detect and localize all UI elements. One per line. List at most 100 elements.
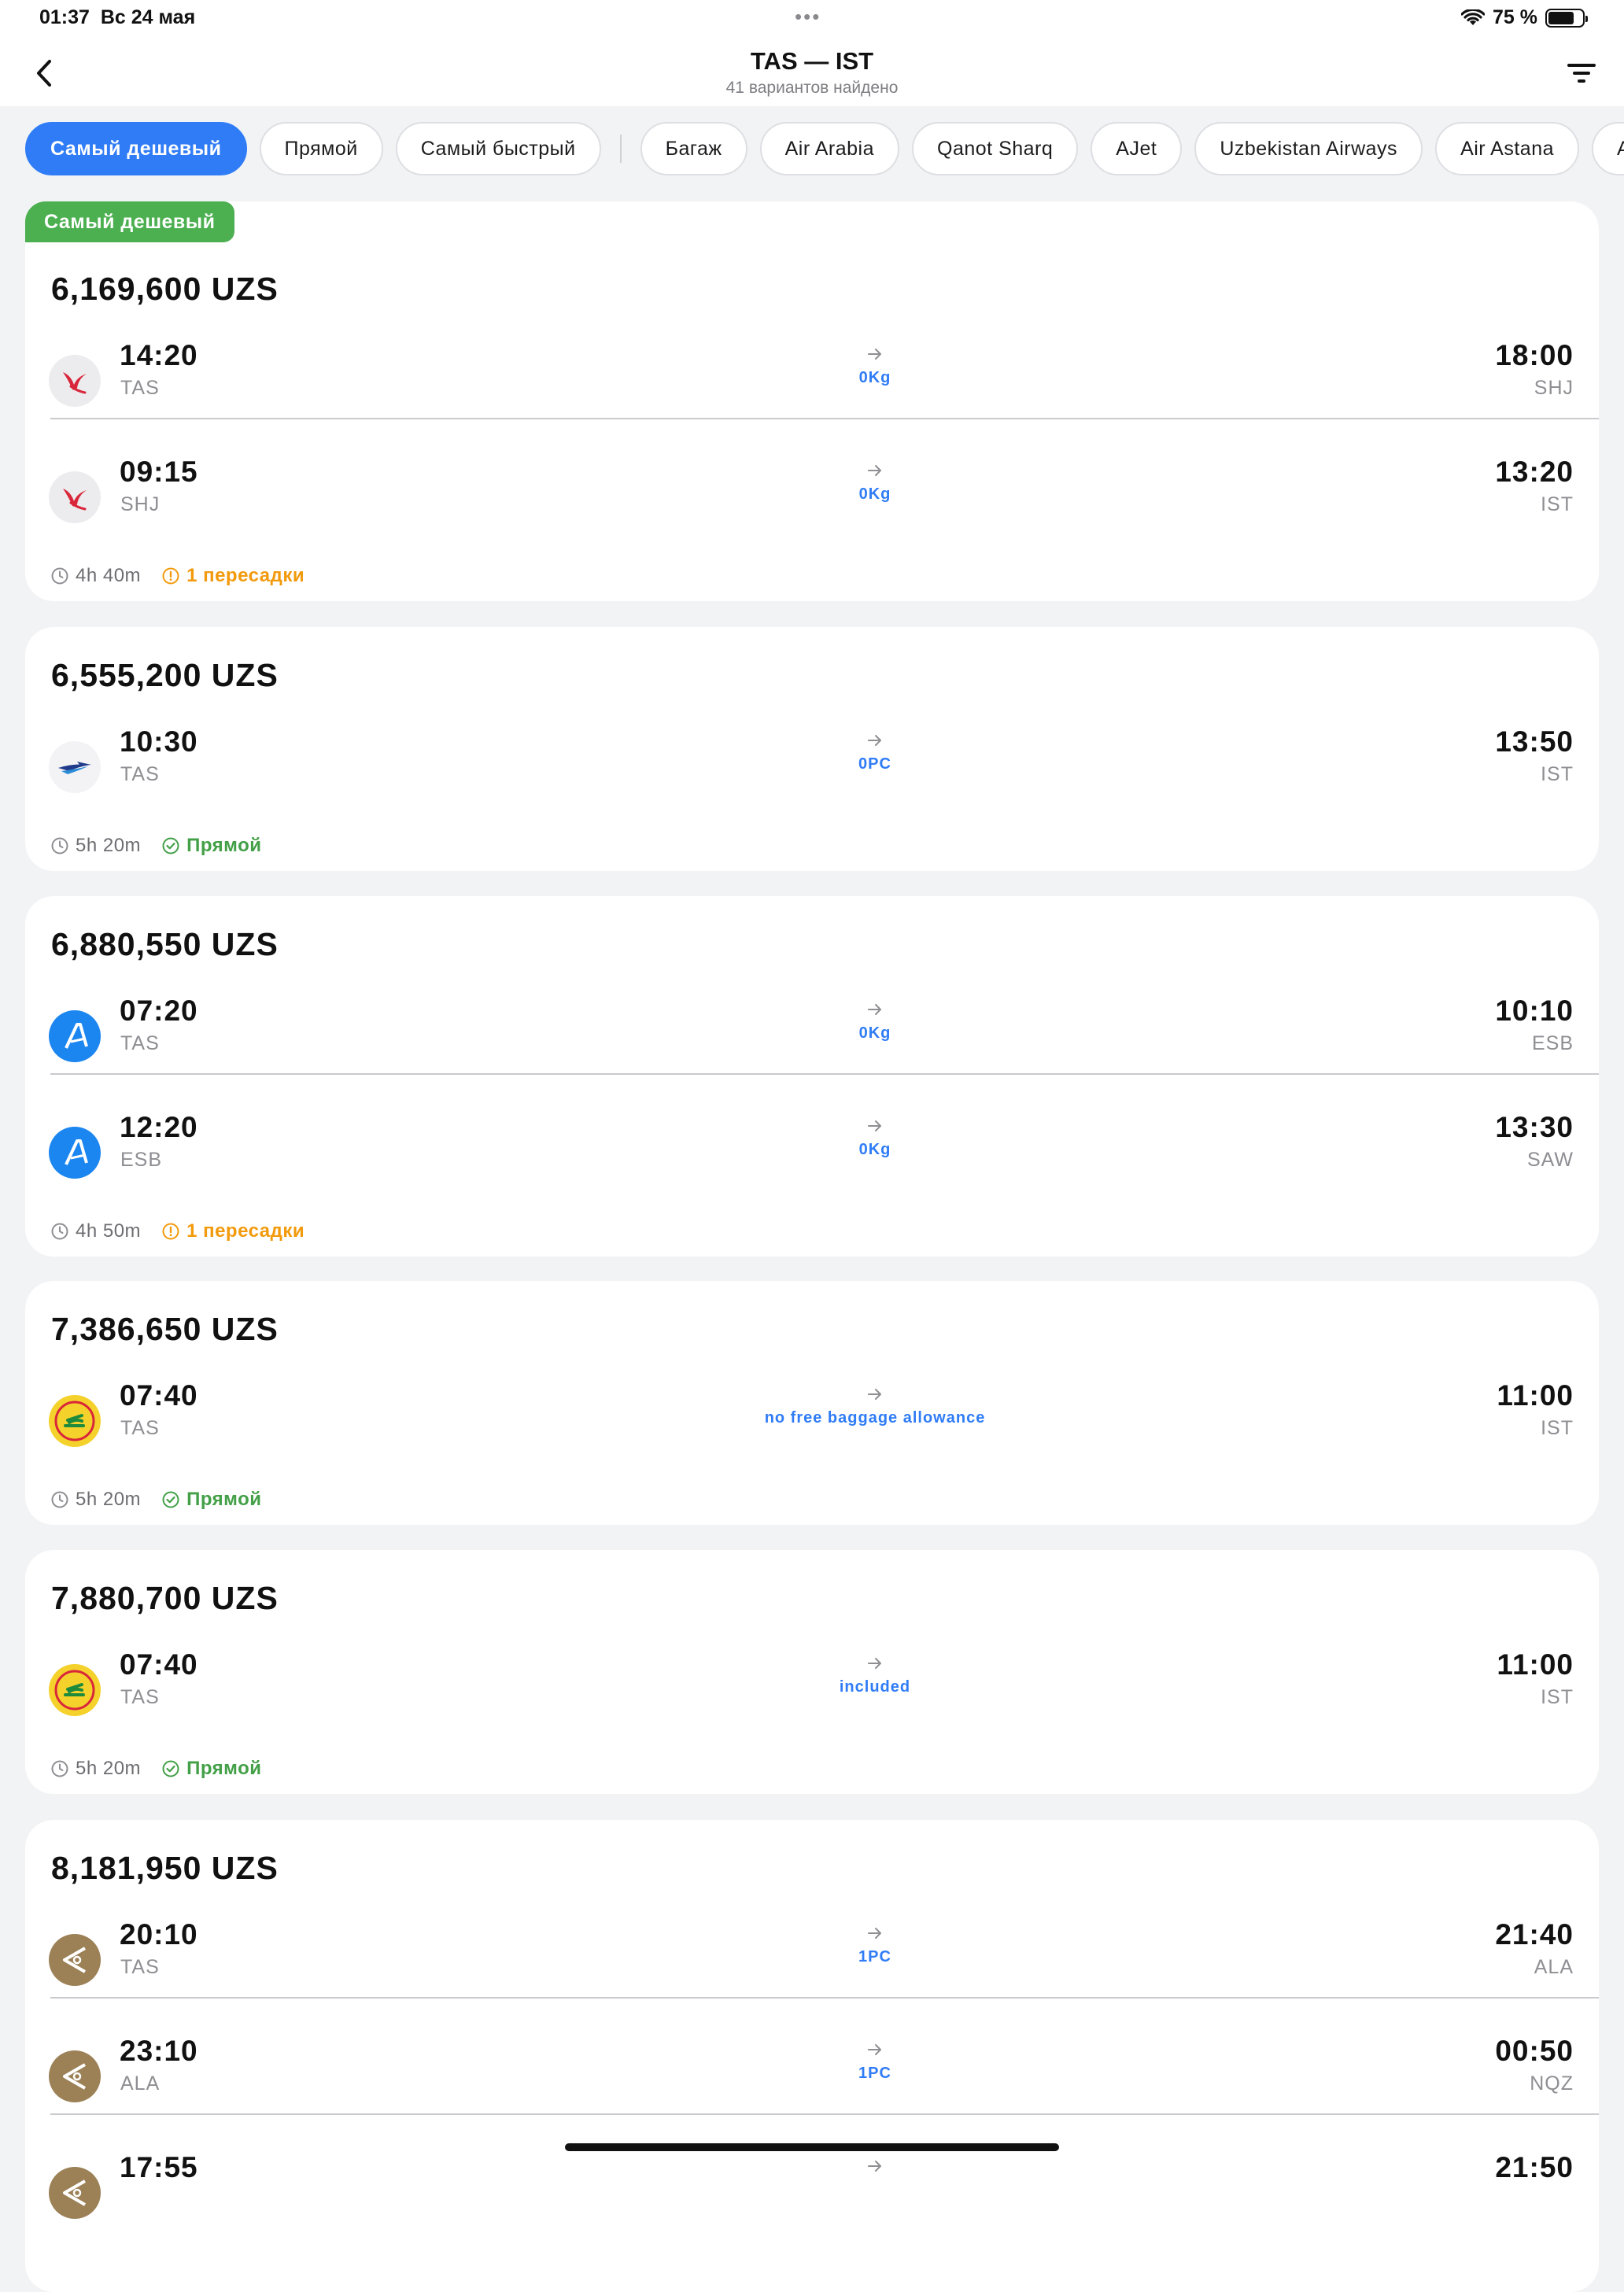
arrival-time: 11:00 (1497, 1648, 1574, 1681)
stops-indicator: Прямой (161, 1489, 261, 1511)
battery-percent: 75 % (1493, 6, 1537, 28)
stops-indicator: Прямой (161, 835, 261, 857)
arrival-time: 21:40 (1495, 1918, 1574, 1951)
status-bar: 01:37 Вс 24 мая ••• 75 % (0, 0, 1624, 39)
check-circle-icon (162, 1760, 179, 1777)
filter-button[interactable] (1563, 57, 1600, 90)
chip-filter[interactable]: Прямой (259, 122, 383, 175)
leg-middle: 0Kg (718, 1117, 1032, 1159)
wifi-icon (1461, 9, 1486, 25)
air-astana-logo-icon (63, 1947, 86, 1973)
filter-chips: Самый дешевый Прямой Самый быстрый Багаж Air… (0, 106, 1624, 193)
flight-meta: 5h 20m Прямой (50, 832, 262, 859)
arrival-time: 10:10 (1495, 995, 1574, 1027)
departure-time: 10:30 (120, 725, 198, 758)
leg-middle: 0Kg (718, 462, 1032, 504)
chip-filter[interactable]: Air Astana (1435, 122, 1580, 175)
clock-icon (51, 1223, 68, 1240)
flight-card[interactable]: 7,880,700 UZS 07:40 TAS 11:00 IST included 5h … (25, 1550, 1599, 1794)
arrow-right-icon (868, 1928, 881, 1939)
air-arabia-logo (49, 471, 101, 523)
chip-filter[interactable]: Uzbekistan Airways (1194, 122, 1423, 175)
flight-duration: 5h 20m (76, 1758, 142, 1779)
stops-indicator: Прямой (161, 1758, 261, 1780)
arrival-time: 13:50 (1495, 725, 1574, 758)
baggage-info: no free baggage allowance (764, 1409, 986, 1427)
chip-filter[interactable]: Багаж (640, 122, 747, 175)
stops-indicator: 1 пересадки (161, 565, 304, 587)
air-astana-logo-icon (63, 2179, 86, 2206)
arrow-right-icon (868, 735, 881, 746)
departure-time: 12:20 (120, 1111, 198, 1143)
uzbekistan-airways-logo-icon (58, 762, 91, 774)
route-title: TAS — IST (750, 47, 874, 75)
baggage-info: 1PC (858, 2065, 891, 2082)
leg-separator (50, 1997, 1599, 1999)
departure-airport: SHJ (120, 493, 161, 515)
flight-card[interactable]: Самый дешевый 6,169,600 UZS 14:20 TAS 18:00 S… (25, 201, 1599, 601)
leg-separator (50, 2113, 1599, 2115)
title-block: TAS — IST 41 вариантов найдено (0, 47, 1624, 98)
arrow-right-icon (868, 465, 881, 476)
arrival-time: 00:50 (1495, 2035, 1574, 2067)
departure-time: 07:40 (120, 1379, 198, 1412)
departure-time: 14:20 (120, 339, 198, 371)
chip-filter[interactable]: Самый дешевый (25, 122, 247, 175)
results-count: 41 вариантов найдено (725, 79, 899, 97)
leg-middle: 1PC (718, 1925, 1032, 1966)
home-indicator[interactable] (565, 2143, 1059, 2151)
flight-duration: 4h 50m (76, 1220, 142, 1242)
arrival-airport: ALA (1534, 1956, 1574, 1978)
qanot-sharq-logo-icon (54, 1670, 95, 1711)
price: 6,880,550 UZS (51, 926, 279, 962)
arrival-airport: SHJ (1534, 377, 1574, 399)
departure-time: 20:10 (120, 1918, 198, 1951)
flight-card[interactable]: 6,555,200 UZS 10:30 TAS 13:50 IST 0PC 5h 20m Пр… (25, 627, 1599, 871)
ajet-logo (49, 1010, 101, 1062)
flight-leg: 23:10 ALA 00:50 NQZ 1PC (25, 2035, 1599, 2137)
flight-card[interactable]: 6,880,550 UZS 07:20 TAS 10:10 ESB 0Kg 12:20 ESB… (25, 896, 1599, 1257)
air-astana-logo (49, 2167, 101, 2219)
air-astana-logo-icon (63, 2063, 86, 2090)
stops-label: 1 пересадки (186, 1220, 305, 1242)
flight-meta: 5h 20m Прямой (50, 1486, 262, 1513)
clock-icon (51, 837, 68, 854)
ajet-logo-icon (65, 1023, 88, 1049)
arrow-right-icon (868, 1658, 881, 1669)
arrow-right-icon (868, 1120, 881, 1131)
arrival-time: 18:00 (1495, 339, 1574, 371)
qanot-sharq-logo-icon (54, 1401, 95, 1441)
multitasking-dots[interactable]: ••• (795, 5, 821, 29)
departure-time: 17:55 (120, 2151, 198, 2183)
stops-indicator: 1 пересадки (161, 1220, 304, 1242)
price: 6,169,600 UZS (51, 271, 279, 307)
chip-filter[interactable]: Самый быстрый (395, 122, 601, 175)
departure-airport: TAS (120, 763, 160, 785)
chip-filter[interactable]: AJet (1091, 122, 1183, 175)
price: 6,555,200 UZS (51, 657, 279, 693)
filter-icon (1567, 64, 1596, 83)
flight-leg: 07:40 TAS 11:00 IST included (25, 1648, 1599, 1751)
departure-airport: ALA (120, 2072, 161, 2095)
flight-card[interactable]: 8,181,950 UZS 20:10 TAS 21:40 ALA 1PC 23:10 ALA… (25, 1820, 1599, 2292)
chip-filter[interactable]: A (1592, 122, 1624, 175)
leg-middle: 0Kg (718, 1001, 1032, 1043)
chip-filter[interactable]: Qanot Sharq (912, 122, 1079, 175)
flight-meta: 5h 20m Прямой (50, 1755, 262, 1782)
arrival-airport: ESB (1531, 1032, 1574, 1054)
departure-airport: ESB (120, 1149, 163, 1171)
price: 7,880,700 UZS (51, 1580, 279, 1616)
leg-middle: 0Kg (718, 345, 1032, 387)
baggage-info: 1PC (858, 1948, 891, 1965)
air-astana-logo (49, 1934, 101, 1986)
chip-filter[interactable]: Air Arabia (759, 122, 900, 175)
flight-leg: 20:10 TAS 21:40 ALA 1PC (25, 1918, 1599, 2021)
flight-meta: 4h 50m 1 пересадки (50, 1218, 304, 1245)
baggage-info: 0Kg (858, 485, 891, 503)
departure-airport: TAS (120, 1032, 160, 1054)
departure-airport: TAS (120, 1956, 160, 1978)
leg-middle: no free baggage allowance (718, 1386, 1032, 1427)
chip-divider (619, 135, 622, 163)
flight-card[interactable]: 7,386,650 UZS 07:40 TAS 11:00 IST no free bag… (25, 1281, 1599, 1525)
arrow-right-icon (868, 1004, 881, 1015)
